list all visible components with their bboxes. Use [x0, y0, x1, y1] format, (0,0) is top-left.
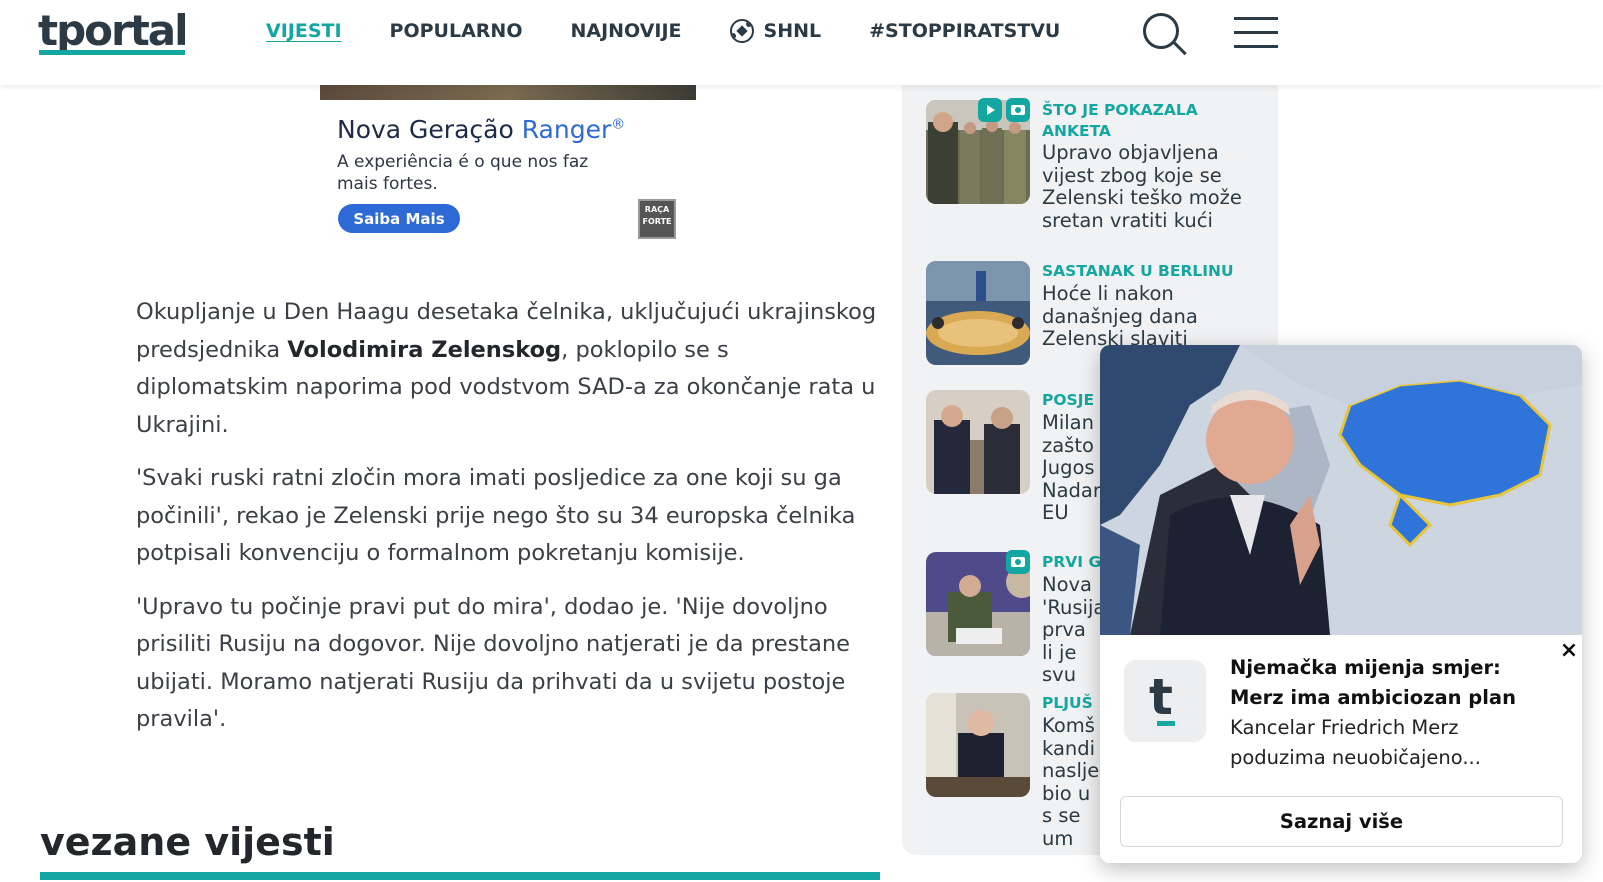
site-header: tportal VIJESTI POPULARNO NAJNOVIJE SHNL… — [0, 0, 1603, 85]
nav-item-najnovije[interactable]: NAJNOVIJE — [570, 20, 681, 42]
nav-item-popularno[interactable]: POPULARNO — [390, 20, 523, 42]
related-news-heading: vezane vijesti — [40, 820, 335, 864]
camera-badge-icon — [1006, 550, 1030, 574]
advertisement[interactable]: Nova Geração Ranger® A experiência é o q… — [320, 85, 696, 255]
ad-cta-button[interactable]: Saiba Mais — [338, 204, 460, 233]
related-news-divider — [40, 872, 880, 880]
person-name: Volodimira Zelenskog — [287, 336, 562, 363]
article-paragraph: Okupljanje u Den Haagu desetaka čelnika,… — [136, 299, 877, 438]
news-title: Milan zašto Jugos Nadar EU — [1042, 412, 1101, 524]
ad-badge-logo: RAÇA FORTE — [638, 199, 676, 239]
news-thumbnail — [926, 390, 1030, 494]
nav-item-vijesti[interactable]: VIJESTI — [266, 20, 342, 42]
ad-title: Nova Geração Ranger® — [337, 115, 626, 144]
nav-item-shnl-label: SHNL — [763, 20, 822, 42]
sidebar-news-item[interactable]: ŠTO JE POKAZALA ANKETA Upravo objavljena… — [926, 98, 1266, 240]
article-body: Okupljanje u Den Haagu desetaka čelnika,… — [136, 294, 886, 755]
news-title: Nova 'Rusija prva li je svu — [1042, 574, 1102, 686]
popup-description: Kancelar Friedrich Merz poduzima neuobič… — [1230, 716, 1481, 769]
close-icon[interactable]: × — [1558, 640, 1580, 662]
article-paragraph: 'Svaki ruski ratni zločin mora imati pos… — [136, 465, 856, 566]
ad-subtitle: A experiência é o que nos faz mais forte… — [337, 152, 589, 194]
hamburger-menu-icon[interactable] — [1234, 17, 1278, 49]
news-kicker: SASTANAK U BERLINU — [1042, 262, 1234, 280]
football-icon — [729, 19, 754, 43]
site-logo[interactable]: tportal — [38, 6, 189, 55]
main-nav: VIJESTI POPULARNO NAJNOVIJE SHNL #STOPPI… — [266, 19, 1108, 43]
news-thumbnail — [926, 261, 1030, 365]
news-title: Komš kandi nasljed bio u s se um — [1042, 715, 1102, 850]
article-paragraph: 'Upravo tu počinje pravi put do mira', d… — [136, 593, 851, 733]
nav-item-stoppiratstvu[interactable]: #STOPPIRATSTVU — [869, 20, 1060, 42]
news-title: Hoće li nakon današnjeg dana Zelenski sl… — [1042, 282, 1198, 350]
search-icon[interactable] — [1143, 13, 1189, 59]
news-popup[interactable]: × t Njemačka mijenja smjer: Merz ima amb… — [1100, 345, 1582, 863]
video-badge-icon — [978, 98, 1002, 122]
popup-headline: Njemačka mijenja smjer: Merz ima ambicio… — [1230, 656, 1516, 709]
read-more-button[interactable]: Saznaj više — [1120, 796, 1563, 847]
logo-underline — [39, 50, 185, 55]
popup-image — [1100, 345, 1582, 635]
tportal-app-icon: t — [1124, 660, 1206, 742]
ad-image-strip — [320, 85, 696, 100]
camera-badge-icon — [1006, 98, 1030, 122]
nav-item-shnl[interactable]: SHNL — [729, 19, 822, 43]
news-thumbnail — [926, 693, 1030, 797]
news-kicker: ŠTO JE POKAZALA ANKETA — [1042, 101, 1198, 140]
news-title: Upravo objavljena vijest zbog koje se Ze… — [1042, 141, 1242, 232]
